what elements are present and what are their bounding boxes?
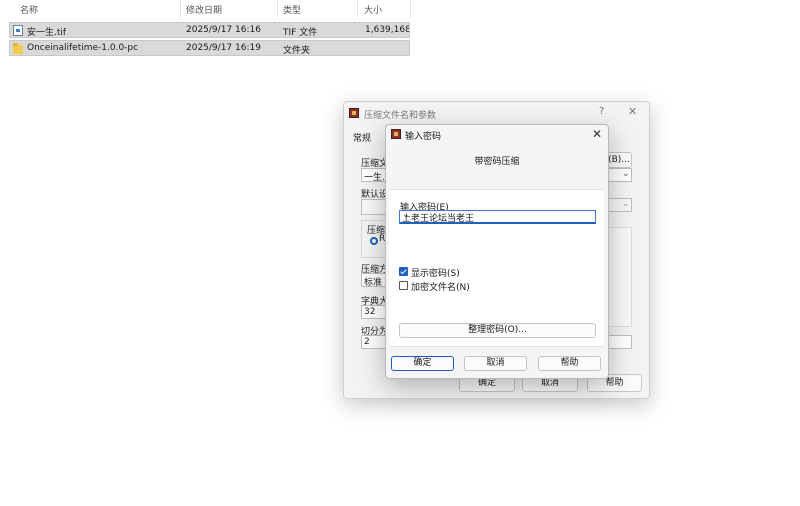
file-row[interactable]: Onceinalifetime-1.0.0-pc 2025/9/17 16:19… — [9, 40, 410, 56]
file-name: Onceinalifetime-1.0.0-pc — [27, 43, 139, 53]
tab-general[interactable]: 常规 — [353, 131, 371, 144]
dialog-subtitle: 带密码压缩 — [474, 157, 520, 167]
organize-passwords-button[interactable]: 整理密码(O)... — [399, 323, 596, 338]
enter-password-dialog: 输入密码 ✕ 带密码压缩 输入密码(E) 上老王论坛当老王 ⌄ 显示密码(S) … — [385, 124, 609, 379]
file-date: 2025/9/17 16:19 — [186, 43, 261, 53]
chevron-down-icon: ⌄ — [622, 169, 630, 179]
column-header-size[interactable]: 大小 — [364, 3, 382, 16]
split-volumes-value: 2 — [364, 337, 370, 347]
file-type: TIF 文件 — [283, 28, 318, 38]
encrypt-filenames-label[interactable]: 加密文件名(N) — [411, 280, 470, 293]
password-input[interactable]: 上老王论坛当老王 ⌄ — [399, 210, 596, 224]
split-unit-dropdown[interactable] — [606, 335, 632, 349]
chevron-down-icon[interactable]: ⌄ — [402, 210, 592, 220]
password-panel: 输入密码(E) 上老王论坛当老王 ⌄ 显示密码(S) 加密文件名(N) 整理密码… — [389, 189, 604, 347]
file-name: 安一生.tif — [27, 28, 67, 38]
options-panel — [606, 227, 632, 327]
help-button[interactable]: 帮助 — [538, 356, 601, 371]
archive-name-dropdown[interactable]: ⌄ — [606, 168, 632, 182]
chevron-down-icon: ⌄ — [622, 199, 630, 209]
winrar-app-icon — [349, 108, 359, 118]
image-file-icon — [13, 25, 23, 36]
column-header-type[interactable]: 类型 — [283, 3, 301, 16]
file-size: 1,639,168... — [365, 25, 409, 35]
dialog-title: 压缩文件名和参数 — [364, 111, 437, 121]
column-header-date[interactable]: 修改日期 — [186, 3, 222, 16]
split-volumes-field[interactable]: 2 — [361, 335, 386, 349]
column-divider[interactable] — [357, 0, 358, 18]
show-password-checkbox[interactable] — [399, 267, 408, 276]
column-divider[interactable] — [180, 0, 181, 18]
profiles-button[interactable] — [361, 199, 386, 215]
close-icon[interactable]: ✕ — [628, 105, 637, 118]
format-radio-rar[interactable] — [370, 237, 378, 245]
file-list-header: 名称 ^ 修改日期 类型 大小 — [0, 0, 412, 18]
column-header-name[interactable]: 名称 — [20, 3, 38, 16]
ok-button[interactable]: 确定 — [391, 356, 454, 371]
compression-method-dropdown[interactable]: 标准 — [361, 273, 386, 288]
winrar-app-icon — [391, 129, 401, 139]
update-mode-dropdown[interactable]: ⌄ — [606, 198, 632, 212]
close-icon[interactable]: ✕ — [592, 127, 602, 141]
dialog-title: 输入密码 — [405, 132, 442, 142]
dictionary-size-value: 32 — [364, 307, 376, 317]
column-divider[interactable] — [410, 0, 411, 18]
sort-ascending-icon: ^ — [96, 0, 102, 5]
encrypt-filenames-checkbox[interactable] — [399, 281, 408, 290]
show-password-label[interactable]: 显示密码(S) — [411, 266, 460, 279]
dictionary-size-dropdown[interactable]: 32 — [361, 305, 386, 319]
compression-method-value: 标准 — [364, 278, 383, 288]
folder-icon — [13, 43, 23, 54]
archive-name-field[interactable]: 一生.10 — [361, 168, 396, 183]
help-icon[interactable]: ? — [599, 106, 604, 117]
file-row[interactable]: 安一生.tif 2025/9/17 16:16 TIF 文件 1,639,168… — [9, 22, 410, 38]
cancel-button[interactable]: 取消 — [464, 356, 527, 371]
file-type: 文件夹 — [283, 46, 311, 56]
file-date: 2025/9/17 16:16 — [186, 25, 261, 35]
format-group: 压缩文 R — [361, 220, 394, 258]
browse-button[interactable]: (B)... — [606, 152, 632, 168]
column-divider[interactable] — [277, 0, 278, 18]
